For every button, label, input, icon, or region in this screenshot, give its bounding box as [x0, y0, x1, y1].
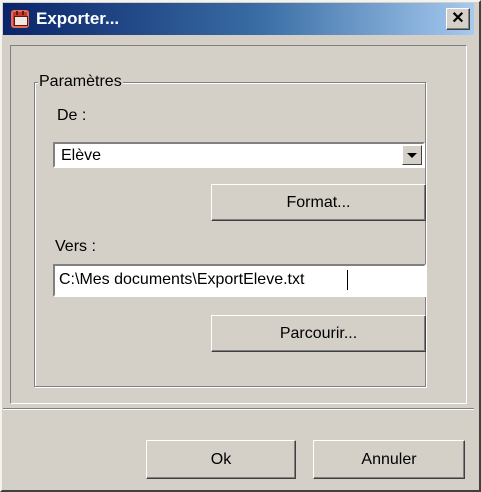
format-button[interactable]: Format...	[211, 184, 426, 221]
browse-button[interactable]: Parcourir...	[211, 315, 426, 352]
from-select-value: Elève	[61, 147, 102, 164]
close-button[interactable]: ✕	[446, 8, 470, 30]
from-select[interactable]: Elève	[53, 142, 425, 168]
to-label: Vers :	[55, 238, 96, 255]
calendar-icon	[11, 10, 29, 28]
from-label: De :	[57, 107, 87, 124]
ok-button[interactable]: Ok	[146, 440, 296, 479]
close-icon: ✕	[451, 10, 465, 27]
chevron-down-icon	[407, 152, 417, 158]
destination-path-input[interactable]: C:\Mes documents\ExportEleve.txt	[53, 264, 426, 297]
text-caret	[347, 270, 348, 290]
destination-path-value: C:\Mes documents\ExportEleve.txt	[59, 271, 305, 288]
cancel-button[interactable]: Annuler	[313, 440, 465, 479]
parameters-group-label: Paramètres	[38, 73, 123, 91]
window-title: Exporter...	[36, 9, 120, 28]
title-bar[interactable]: Exporter... ✕	[3, 3, 474, 35]
dropdown-button[interactable]	[402, 145, 422, 165]
footer-separator-highlight	[3, 409, 474, 410]
